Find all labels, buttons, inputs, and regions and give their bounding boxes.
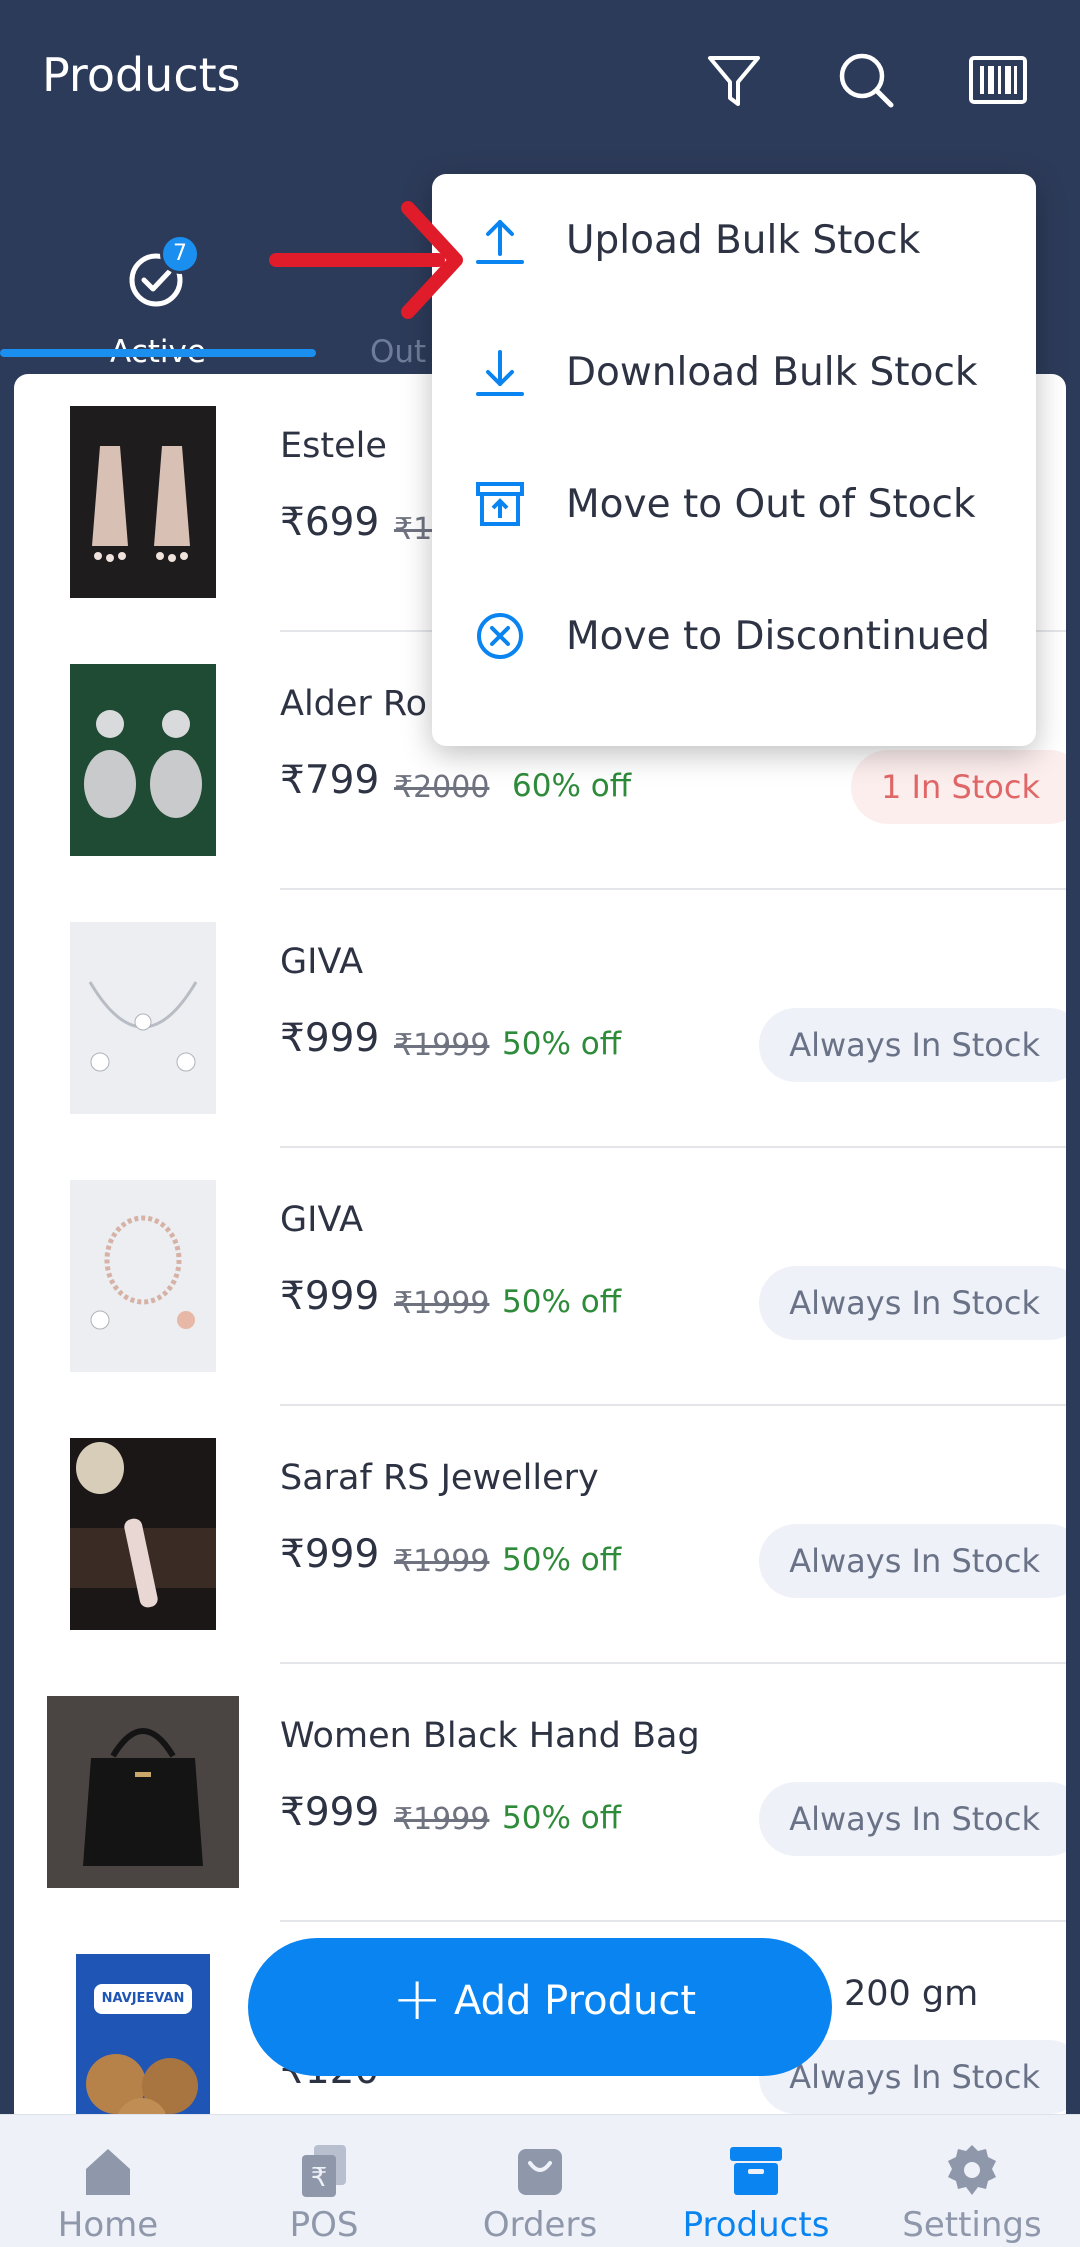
product-discount: 50% off [502, 1026, 622, 1062]
bulk-actions-menu: Upload Bulk Stock Download Bulk Stock Mo… [432, 174, 1036, 746]
add-product-button[interactable]: + Add Product [248, 1938, 832, 2076]
stock-status-badge[interactable]: Always In Stock [759, 1266, 1066, 1340]
product-image [70, 664, 216, 856]
nav-label: Home [57, 2205, 159, 2245]
product-discount: 50% off [502, 1284, 622, 1320]
menu-item-label: Move to Discontinued [566, 614, 991, 659]
product-mrp: ₹1999 [394, 1802, 490, 1837]
package-brand-label: NAVJEEVAN [94, 1984, 192, 2014]
product-image: NAVJEEVAN [76, 1954, 210, 2114]
menu-item-move-to-out-of-stock[interactable]: Move to Out of Stock [432, 438, 1036, 570]
bottom-navigation: Home ₹ POS Orders Products Settings [0, 2114, 1080, 2247]
nav-label: Settings [902, 2205, 1042, 2245]
product-price: ₹999 [280, 1274, 380, 1319]
product-image [47, 1696, 239, 1888]
upload-icon [476, 220, 524, 264]
product-name: 200 gm [844, 1974, 979, 2014]
product-name: GIVA [280, 942, 364, 982]
products-box-icon [730, 2147, 782, 2195]
search-icon[interactable] [836, 50, 896, 110]
menu-item-upload-bulk-stock[interactable]: Upload Bulk Stock [432, 174, 1036, 306]
settings-gear-icon [948, 2145, 996, 2195]
nav-item-pos[interactable]: ₹ POS [216, 2115, 432, 2247]
menu-item-label: Download Bulk Stock [566, 350, 978, 395]
product-price: ₹999 [280, 1016, 380, 1061]
product-price: ₹999 [280, 1532, 380, 1577]
pos-receipt-icon: ₹ [302, 2145, 346, 2197]
product-image [70, 1180, 216, 1372]
product-mrp: ₹2000 [394, 770, 490, 805]
product-discount: 50% off [502, 1800, 622, 1836]
orders-bag-icon [518, 2149, 562, 2195]
menu-item-move-to-discontinued[interactable]: Move to Discontinued [432, 570, 1036, 702]
archive-box-icon [476, 482, 524, 526]
stock-status-badge[interactable]: Always In Stock [759, 1782, 1066, 1856]
menu-item-label: Upload Bulk Stock [566, 218, 921, 263]
product-mrp: ₹1999 [394, 1544, 490, 1579]
menu-item-download-bulk-stock[interactable]: Download Bulk Stock [432, 306, 1036, 438]
product-image [70, 406, 216, 598]
product-mrp: ₹1999 [394, 1286, 490, 1321]
menu-item-label: Move to Out of Stock [566, 482, 976, 527]
nav-item-products[interactable]: Products [648, 2115, 864, 2247]
product-name: Women Black Hand Bag [280, 1716, 700, 1756]
stock-status-badge[interactable]: 1 In Stock [851, 750, 1066, 824]
product-price: ₹999 [280, 1790, 380, 1835]
product-row[interactable]: GIVA ₹999 ₹1999 50% off Always In Stock [14, 1148, 1066, 1406]
product-discount: 50% off [502, 1542, 622, 1578]
stock-status-badge[interactable]: Always In Stock [759, 1524, 1066, 1598]
svg-text:₹: ₹ [311, 2163, 328, 2193]
add-product-label: Add Product [454, 1978, 697, 2024]
product-row[interactable]: Women Black Hand Bag ₹999 ₹1999 50% off … [14, 1664, 1066, 1922]
nav-item-home[interactable]: Home [0, 2115, 216, 2247]
product-name: Alder Ro [280, 684, 428, 724]
product-image [70, 1438, 216, 1630]
page-title: Products [42, 48, 241, 102]
barcode-icon[interactable] [968, 50, 1028, 110]
product-name: GIVA [280, 1200, 364, 1240]
nav-label: Orders [482, 2205, 598, 2245]
product-name: Estele [280, 426, 387, 466]
download-icon [476, 350, 524, 396]
active-tab-indicator [0, 349, 316, 357]
product-price: ₹699 [280, 500, 380, 545]
product-image [70, 922, 216, 1114]
product-name: Saraf RS Jewellery [280, 1458, 599, 1498]
plus-icon: + [392, 1964, 443, 2034]
annotation-arrow-icon [269, 201, 463, 319]
home-icon [86, 2149, 130, 2195]
app-header: Products [0, 0, 1080, 160]
active-count-badge: 7 [160, 234, 200, 274]
product-row[interactable]: GIVA ₹999 ₹1999 50% off Always In Stock [14, 890, 1066, 1148]
product-price: ₹799 [280, 758, 380, 803]
nav-item-settings[interactable]: Settings [864, 2115, 1080, 2247]
product-mrp: ₹1999 [394, 1028, 490, 1063]
product-discount: 60% off [512, 768, 632, 804]
product-row[interactable]: Saraf RS Jewellery ₹999 ₹1999 50% off Al… [14, 1406, 1066, 1664]
nav-label: Products [682, 2205, 830, 2245]
x-circle-icon [477, 613, 523, 659]
nav-label: POS [289, 2205, 359, 2245]
nav-item-orders[interactable]: Orders [432, 2115, 648, 2247]
stock-status-badge[interactable]: Always In Stock [759, 1008, 1066, 1082]
filter-icon[interactable] [704, 50, 764, 110]
